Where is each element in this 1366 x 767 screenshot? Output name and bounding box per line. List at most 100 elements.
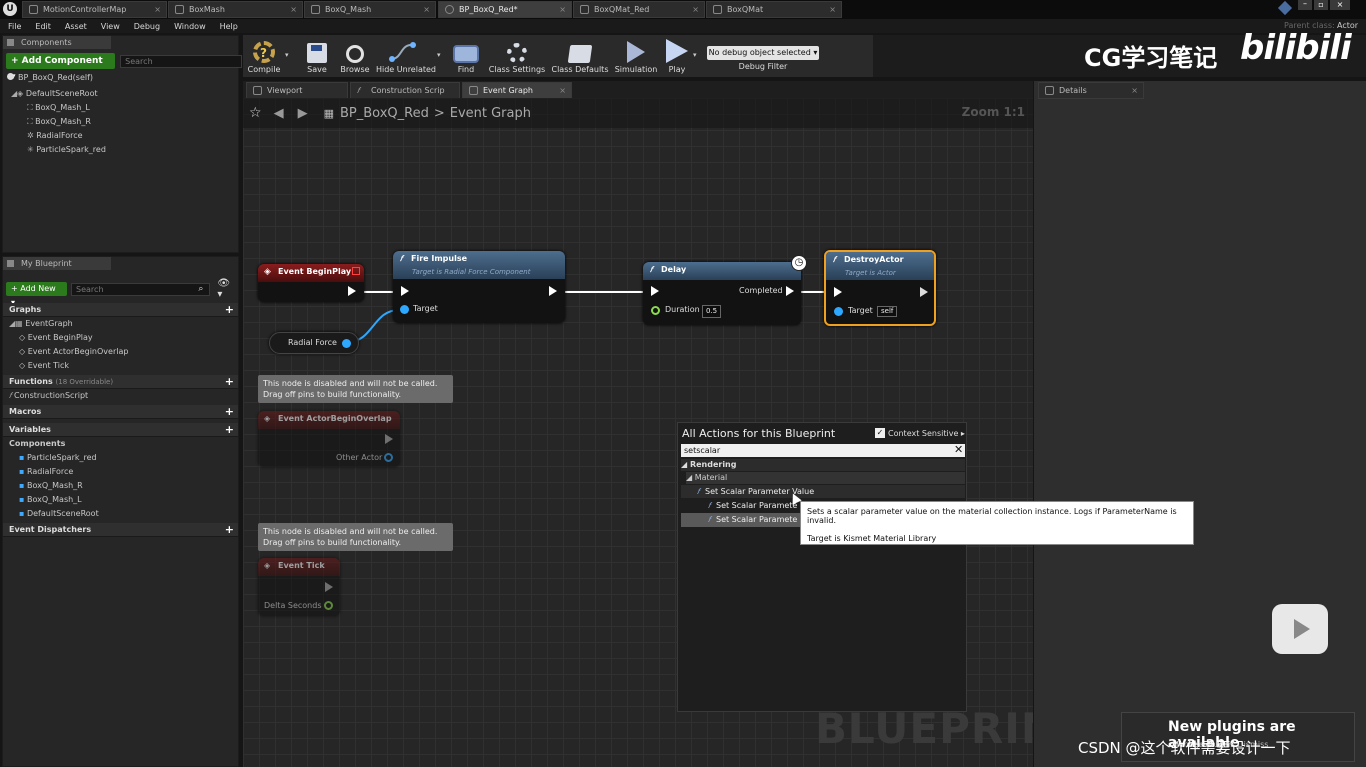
event-item[interactable]: ◇ Event Tick [3, 359, 238, 373]
hide-unrelated-button[interactable]: Hide Unrelated [375, 37, 437, 74]
add-dispatcher-icon[interactable]: + [225, 523, 234, 537]
component-item[interactable]: ⛶ BoxQ_Mash_R [3, 115, 238, 129]
event-dispatchers-section[interactable]: Event Dispatchers + [3, 523, 238, 537]
minimize-icon[interactable]: – [1298, 0, 1312, 10]
node-destroy-actor[interactable]: 𝑓 DestroyActor Target is Actor Target self [824, 250, 936, 326]
node-event-tick[interactable]: ◈ Event Tick Delta Seconds [258, 558, 340, 616]
close-window-icon[interactable]: × [1330, 0, 1350, 10]
menu-view[interactable]: View [101, 22, 120, 31]
component-root[interactable]: ◢◈ DefaultSceneRoot [3, 87, 238, 101]
compile-button[interactable]: ? Compile [243, 37, 285, 74]
node-delay[interactable]: 𝑓 Delay Completed Duration 0.5 [643, 262, 801, 325]
component-item[interactable]: ✳ ParticleSpark_red [3, 143, 238, 157]
find-button[interactable]: Find [447, 37, 485, 74]
variables-components-group[interactable]: Components [3, 437, 238, 451]
graphs-section[interactable]: Graphs + [3, 303, 238, 317]
target-pin[interactable] [400, 305, 409, 314]
event-graph-item[interactable]: ◢▦ EventGraph [3, 317, 238, 331]
node-radial-force-getter[interactable]: Radial Force [269, 332, 359, 354]
delegate-pin-icon[interactable] [352, 267, 360, 275]
duration-value-input[interactable]: 0.5 [702, 305, 722, 318]
tab-event-graph[interactable]: Event Graph × [462, 82, 572, 99]
close-icon[interactable]: × [154, 2, 161, 17]
node-fire-impulse[interactable]: 𝑓 Fire Impulse Target is Radial Force Comp… [393, 251, 565, 323]
exec-out-pin[interactable] [920, 287, 928, 297]
add-component-button[interactable]: + Add Component ▾ [6, 53, 116, 82]
add-variable-icon[interactable]: + [225, 423, 234, 437]
source-control-icon[interactable] [1277, 0, 1293, 16]
close-icon[interactable]: × [829, 2, 836, 17]
variables-section[interactable]: Variables + [3, 423, 238, 437]
tab-boxqmat-red[interactable]: BoxQMat_Red × [573, 1, 705, 18]
menu-file[interactable]: File [8, 22, 21, 31]
debug-object-select[interactable]: No debug object selected ▾ [707, 46, 819, 60]
node-event-beginplay[interactable]: ◈ Event BeginPlay [258, 264, 364, 302]
event-item[interactable]: ◇ Event ActorBeginOverlap [3, 345, 238, 359]
other-actor-pin[interactable] [384, 453, 393, 462]
variable-item[interactable]: ▪ ParticleSpark_red [3, 451, 238, 465]
close-icon[interactable]: × [423, 2, 430, 17]
construction-script-item[interactable]: 𝑓 ConstructionScript [3, 389, 238, 403]
tab-bp-boxq-red[interactable]: BP_BoxQ_Red* × [438, 1, 572, 18]
exec-in-pin[interactable] [401, 286, 409, 296]
checkbox-icon[interactable]: ✓ [875, 428, 885, 438]
variable-item[interactable]: ▪ BoxQ_Mash_L [3, 493, 238, 507]
action-item[interactable]: 𝑓 Set Scalar Parameter Value [681, 485, 965, 498]
tab-motioncontrollermap[interactable]: MotionControllerMap × [22, 1, 167, 18]
tab-boxq-mash[interactable]: BoxQ_Mash × [304, 1, 436, 18]
menu-debug[interactable]: Debug [134, 22, 160, 31]
compile-options-dropdown[interactable]: ▾ [285, 37, 299, 59]
tab-boxqmat[interactable]: BoxQMat × [706, 1, 842, 18]
components-tab[interactable]: Components [3, 36, 111, 49]
close-icon[interactable]: × [692, 2, 699, 17]
variable-item[interactable]: ▪ RadialForce [3, 465, 238, 479]
add-graph-icon[interactable]: + [225, 303, 234, 317]
video-player-icon[interactable] [1272, 604, 1328, 654]
hide-unrelated-dropdown[interactable]: ▾ [437, 37, 447, 59]
browse-button[interactable]: Browse [335, 37, 375, 74]
functions-section[interactable]: Functions (18 Overridable) + [3, 375, 238, 389]
tab-boxmash[interactable]: BoxMash × [168, 1, 303, 18]
close-icon[interactable]: × [559, 83, 566, 98]
duration-pin[interactable] [651, 306, 660, 315]
menu-window[interactable]: Window [174, 22, 206, 31]
component-self[interactable]: BP_BoxQ_Red(self) [3, 71, 238, 85]
unreal-logo-icon[interactable]: U [3, 2, 17, 16]
node-event-actorbeginoverlap[interactable]: ◈ Event ActorBeginOverlap Other Actor [258, 411, 400, 467]
class-settings-button[interactable]: Class Settings [485, 37, 549, 74]
my-blueprint-search-input[interactable]: Search [71, 282, 211, 296]
menu-asset[interactable]: Asset [65, 22, 87, 31]
class-defaults-button[interactable]: Class Defaults [549, 37, 611, 74]
category-rendering[interactable]: ◢ Rendering [681, 459, 965, 471]
play-button[interactable]: Play [661, 37, 693, 74]
my-blueprint-tab[interactable]: My Blueprint [3, 257, 111, 270]
add-macro-icon[interactable]: + [225, 405, 234, 419]
target-pin[interactable] [834, 307, 843, 316]
eye-icon[interactable]: 👁▾ [217, 278, 235, 300]
simulation-button[interactable]: Simulation [611, 37, 661, 74]
close-icon[interactable]: × [290, 2, 297, 17]
maximize-icon[interactable]: ▫ [1314, 0, 1328, 10]
menu-edit[interactable]: Edit [35, 22, 51, 31]
action-search-input[interactable]: setscalar [681, 444, 965, 457]
target-self-value[interactable]: self [877, 306, 898, 317]
play-options-dropdown[interactable]: ▾ [693, 37, 703, 59]
context-sensitive-toggle[interactable]: ✓ Context Sensitive ▸ [875, 428, 965, 438]
clear-search-icon[interactable]: ✕ [954, 443, 963, 456]
add-new-button[interactable]: + Add New ▾ [6, 282, 68, 307]
event-item[interactable]: ◇ Event BeginPlay [3, 331, 238, 345]
exec-out-pin[interactable] [325, 582, 333, 592]
delta-seconds-pin[interactable] [324, 601, 333, 610]
save-button[interactable]: Save [299, 37, 335, 74]
close-icon[interactable]: × [1131, 83, 1138, 98]
menu-help[interactable]: Help [220, 22, 238, 31]
exec-in-pin[interactable] [834, 287, 842, 297]
tab-construction-script[interactable]: 𝑓 Construction Scrip [350, 82, 460, 99]
variable-item[interactable]: ▪ DefaultSceneRoot [3, 507, 238, 521]
tab-details[interactable]: Details × [1038, 82, 1144, 99]
completed-pin[interactable] [786, 286, 794, 296]
exec-out-pin[interactable] [385, 434, 393, 444]
variable-item[interactable]: ▪ BoxQ_Mash_R [3, 479, 238, 493]
component-item[interactable]: ✲ RadialForce [3, 129, 238, 143]
component-item[interactable]: ⛶ BoxQ_Mash_L [3, 101, 238, 115]
